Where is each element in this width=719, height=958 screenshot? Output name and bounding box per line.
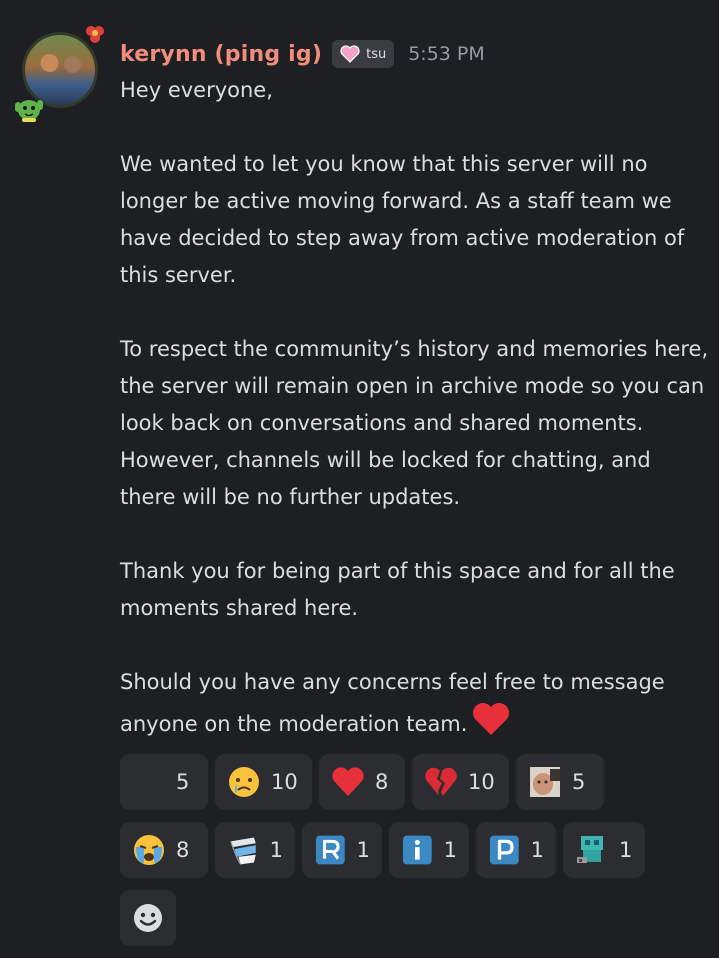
- cactus-decoration-icon: [15, 100, 43, 122]
- message-paragraph-text: Should you have any concerns feel free t…: [120, 670, 665, 736]
- custom-blocks-emoji-icon: [230, 837, 256, 865]
- reaction-count: 5: [572, 770, 586, 794]
- server-tag-label: tsu: [366, 46, 387, 62]
- message-paragraph-last: Should you have any concerns feel free t…: [120, 664, 710, 743]
- reaction-row: [120, 890, 700, 946]
- letter-p-icon: [489, 835, 519, 865]
- reaction-count: 1: [530, 838, 544, 862]
- reaction-row: 8 1 1 1 1 1: [120, 822, 700, 878]
- reaction-sobbing-face[interactable]: 8: [120, 822, 208, 878]
- reaction-custom-blocks[interactable]: 1: [215, 822, 295, 878]
- add-reaction-button[interactable]: [120, 890, 176, 946]
- reaction-count: 5: [176, 770, 190, 794]
- add-reaction-smiley-icon: [134, 904, 162, 932]
- message-paragraph: Hey everyone,: [120, 78, 273, 102]
- message-paragraph: We wanted to let you know that this serv…: [120, 152, 685, 287]
- reaction-count: 8: [375, 770, 389, 794]
- letter-i-icon: [402, 835, 432, 865]
- red-heart-icon: [332, 767, 364, 796]
- red-heart-icon: [473, 703, 510, 735]
- blank-emoji-icon: [132, 765, 166, 799]
- reaction-broken-heart[interactable]: 10: [412, 754, 509, 810]
- pink-heart-icon: [340, 45, 360, 63]
- reaction-letter-i[interactable]: 1: [389, 822, 469, 878]
- message-paragraph: Thank you for being part of this space a…: [120, 559, 675, 620]
- reaction-letter-p[interactable]: 1: [476, 822, 556, 878]
- reaction-count: 1: [619, 838, 633, 862]
- broken-heart-icon: [425, 767, 457, 796]
- message-timestamp[interactable]: 5:53 PM: [408, 43, 485, 65]
- message-body: Hey everyone, We wanted to let you know …: [120, 72, 710, 743]
- reaction-count: 8: [176, 838, 190, 862]
- reaction-row: 5 10 8 10 5: [120, 754, 700, 810]
- message-paragraph: To respect the community’s history and m…: [120, 337, 709, 509]
- reaction-letter-r[interactable]: 1: [302, 822, 382, 878]
- custom-pixel-emoji-icon: [577, 836, 603, 863]
- reaction-count: 10: [468, 770, 495, 794]
- reaction-count: 1: [356, 838, 370, 862]
- crying-face-icon: [229, 767, 259, 797]
- reaction-count: 10: [271, 770, 298, 794]
- reaction-custom-face[interactable]: 5: [516, 754, 604, 810]
- server-tag-badge[interactable]: tsu: [332, 40, 395, 68]
- avatar[interactable]: [15, 26, 104, 122]
- reactions-bar: 5 10 8 10 5 8 1 1 1 1 1: [120, 754, 700, 958]
- reaction-count: 1: [269, 838, 283, 862]
- sobbing-face-icon: [134, 835, 164, 865]
- custom-face-emoji-icon: [530, 767, 560, 797]
- username[interactable]: kerynn (ping ig): [120, 42, 322, 67]
- message-header: kerynn (ping ig) tsu 5:53 PM: [120, 34, 485, 74]
- reaction-blank[interactable]: 5: [120, 754, 208, 810]
- reaction-count: 1: [443, 838, 457, 862]
- reaction-red-heart[interactable]: 8: [319, 754, 405, 810]
- letter-r-icon: [315, 835, 345, 865]
- reaction-custom-pixel[interactable]: 1: [563, 822, 645, 878]
- flower-decoration-icon: [86, 26, 104, 43]
- reaction-crying-face[interactable]: 10: [215, 754, 312, 810]
